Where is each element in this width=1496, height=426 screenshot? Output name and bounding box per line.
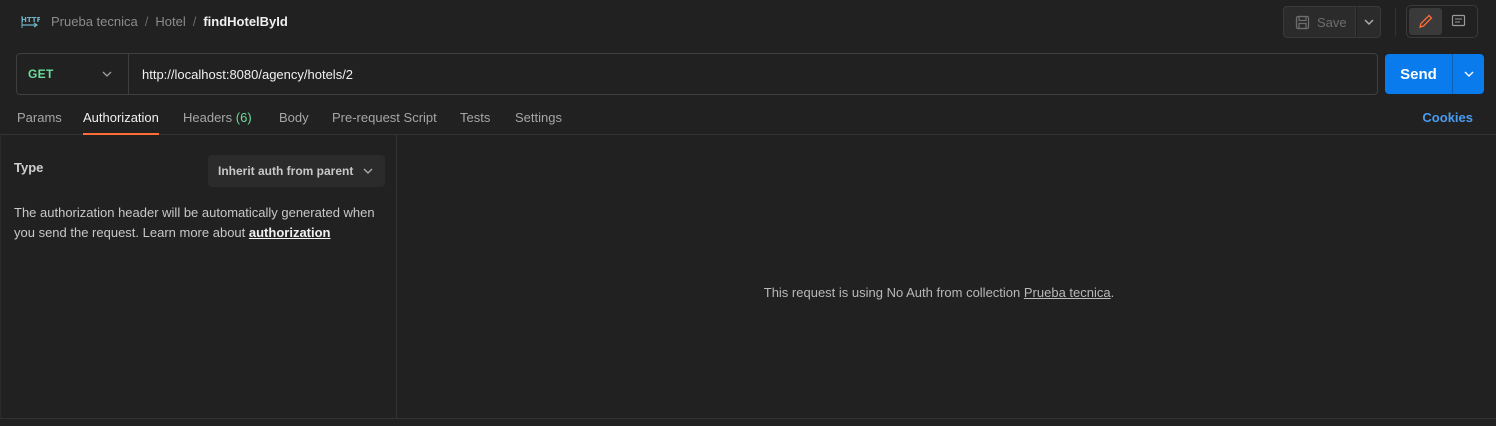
chevron-down-icon (102, 71, 112, 77)
auth-config-pane: Type Inherit auth from parent The author… (0, 135, 397, 418)
tab-pre-request-script[interactable]: Pre-request Script (332, 110, 437, 135)
auth-type-select[interactable]: Inherit auth from parent (208, 155, 385, 187)
breadcrumb-collection[interactable]: Prueba tecnica (51, 14, 138, 29)
auth-description: The authorization header will be automat… (14, 203, 384, 243)
chevron-down-icon (1364, 19, 1374, 25)
breadcrumb-folder[interactable]: Hotel (155, 14, 185, 29)
edit-mode-button[interactable] (1409, 8, 1442, 35)
request-header: HTTP Prueba tecnica / Hotel / findHotelB… (0, 0, 1496, 44)
auth-status-suffix: . (1110, 285, 1115, 300)
tab-body[interactable]: Body (279, 110, 309, 135)
chevron-down-icon (1464, 71, 1474, 77)
save-icon (1295, 15, 1317, 30)
auth-type-label: Type (14, 160, 44, 175)
comments-button[interactable] (1442, 8, 1475, 35)
breadcrumb-separator: / (144, 14, 149, 29)
tab-headers[interactable]: Headers (6) (183, 110, 252, 135)
send-button[interactable]: Send (1385, 54, 1452, 94)
save-group: Save (1283, 6, 1381, 38)
breadcrumb-separator: / (192, 14, 197, 29)
response-pane-divider (0, 418, 1496, 419)
request-name[interactable]: findHotelById (203, 14, 288, 29)
tab-headers-label: Headers (183, 110, 233, 125)
auth-status-pane: This request is using No Auth from colle… (398, 135, 1496, 418)
request-tabs: Params Authorization Headers (6) Body Pr… (0, 102, 1496, 135)
comment-icon (1451, 14, 1466, 29)
header-divider (1395, 8, 1396, 36)
send-group: Send (1385, 54, 1484, 94)
auth-status-prefix: This request is using No Auth from colle… (763, 285, 1024, 300)
method-select[interactable]: GET (17, 54, 129, 94)
auth-type-value: Inherit auth from parent (218, 164, 354, 178)
chevron-down-icon (363, 168, 373, 174)
http-icon: HTTP (20, 12, 40, 30)
headers-count-badge: (6) (235, 110, 252, 125)
save-button[interactable]: Save (1283, 6, 1356, 38)
url-input[interactable] (129, 54, 1377, 94)
view-mode-toggle (1406, 5, 1478, 38)
url-bar: GET (16, 53, 1378, 95)
tab-params[interactable]: Params (17, 110, 62, 135)
send-options-button[interactable] (1452, 54, 1484, 94)
svg-text:HTTP: HTTP (21, 16, 40, 24)
breadcrumb: Prueba tecnica / Hotel / findHotelById (51, 14, 288, 29)
auth-status-message: This request is using No Auth from colle… (398, 285, 1480, 300)
cookies-link[interactable]: Cookies (1422, 110, 1473, 125)
tab-authorization[interactable]: Authorization (83, 110, 159, 135)
pencil-icon (1418, 14, 1433, 29)
collection-link[interactable]: Prueba tecnica (1024, 285, 1111, 300)
save-label: Save (1317, 14, 1347, 30)
tab-settings[interactable]: Settings (515, 110, 562, 135)
tab-tests[interactable]: Tests (460, 110, 490, 135)
authorization-learn-more-link[interactable]: authorization (249, 225, 331, 240)
save-options-button[interactable] (1356, 6, 1381, 38)
method-label: GET (28, 67, 54, 81)
